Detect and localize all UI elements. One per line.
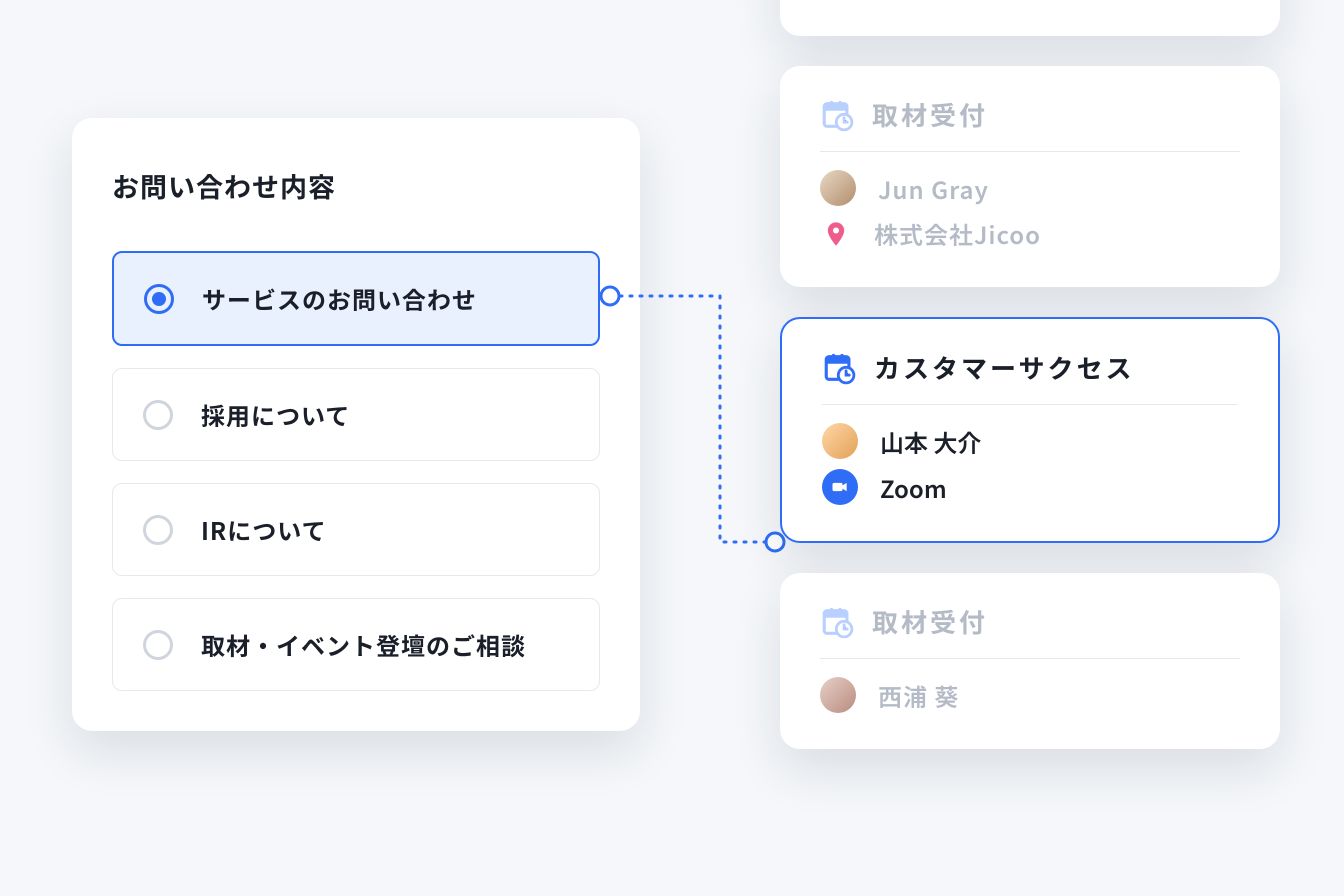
zoom-icon <box>822 469 858 505</box>
divider <box>820 658 1240 659</box>
event-card-interview-2[interactable]: 取材受付 西浦 葵 <box>780 573 1280 749</box>
radio-icon <box>143 630 173 660</box>
calendar-clock-icon <box>820 605 854 639</box>
event-title: 取材受付 <box>872 96 988 133</box>
location-pin-icon <box>820 218 852 250</box>
event-title: 取材受付 <box>872 603 988 640</box>
radio-icon <box>143 515 173 545</box>
inquiry-option-label: サービスのお問い合わせ <box>202 281 477 316</box>
radio-icon <box>143 400 173 430</box>
tel-label: Tel <box>874 0 917 5</box>
event-meta: 株式会社Jicoo <box>874 216 1041 251</box>
event-list: Tel 取材受付 Jun Gray <box>780 0 1280 779</box>
avatar <box>822 423 858 459</box>
inquiry-option-label: 採用について <box>201 397 350 432</box>
radio-icon <box>144 284 174 314</box>
event-card-interview-1[interactable]: 取材受付 Jun Gray 株式会社Jicoo <box>780 66 1280 287</box>
event-card-tel[interactable]: Tel <box>780 0 1280 36</box>
phone-icon <box>820 0 852 6</box>
inquiry-option-label: IRについて <box>201 512 327 547</box>
event-person: Jun Gray <box>878 171 989 206</box>
calendar-clock-icon <box>822 351 856 385</box>
inquiry-card: お問い合わせ内容 サービスのお問い合わせ 採用について IRについて 取材・イベ… <box>72 118 640 731</box>
event-person: 山本 大介 <box>880 424 981 459</box>
inquiry-option-service[interactable]: サービスのお問い合わせ <box>112 251 600 346</box>
calendar-clock-icon <box>820 98 854 132</box>
inquiry-option-recruit[interactable]: 採用について <box>112 368 600 461</box>
event-meta: Zoom <box>880 470 947 505</box>
avatar <box>820 677 856 713</box>
event-person: 西浦 葵 <box>878 678 959 713</box>
inquiry-option-label: 取材・イベント登壇のご相談 <box>201 627 526 662</box>
event-title: カスタマーサクセス <box>874 349 1134 386</box>
avatar <box>820 170 856 206</box>
event-card-customer-success[interactable]: カスタマーサクセス 山本 大介 Zoom <box>780 317 1280 543</box>
divider <box>822 404 1238 405</box>
inquiry-title: お問い合わせ内容 <box>112 166 600 205</box>
inquiry-option-ir[interactable]: IRについて <box>112 483 600 576</box>
divider <box>820 151 1240 152</box>
inquiry-option-press[interactable]: 取材・イベント登壇のご相談 <box>112 598 600 691</box>
